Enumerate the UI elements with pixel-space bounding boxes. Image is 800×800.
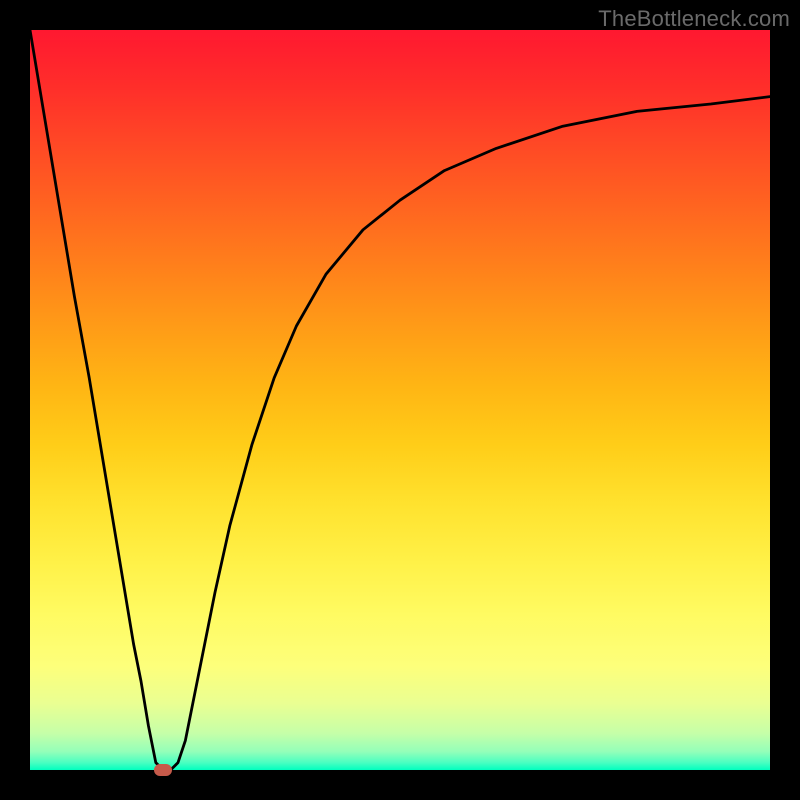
chart-frame: TheBottleneck.com <box>0 0 800 800</box>
plot-area <box>30 30 770 770</box>
bottleneck-curve <box>30 30 770 770</box>
optimal-point-marker <box>154 764 172 776</box>
curve-svg <box>30 30 770 770</box>
watermark-text: TheBottleneck.com <box>598 6 790 32</box>
